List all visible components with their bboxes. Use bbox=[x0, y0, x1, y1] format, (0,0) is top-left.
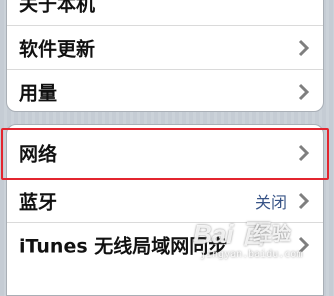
settings-row-usage[interactable]: 用量 bbox=[7, 69, 323, 113]
row-label: 软件更新 bbox=[19, 38, 96, 60]
chevron-right-icon bbox=[298, 39, 310, 56]
row-label: 用量 bbox=[19, 82, 58, 104]
settings-row-bluetooth[interactable]: 蓝牙 关闭 bbox=[7, 178, 323, 222]
watermark-url: jingyan.baidu.com bbox=[200, 249, 303, 260]
row-label: 关于本机 bbox=[19, 0, 96, 16]
settings-row-about[interactable]: 关于本机 bbox=[7, 0, 323, 25]
highlight-box bbox=[1, 128, 329, 180]
chevron-right-icon bbox=[298, 192, 310, 209]
settings-row-software-update[interactable]: 软件更新 bbox=[7, 25, 323, 69]
settings-group-general: 关于本机 软件更新 用量 bbox=[6, 0, 324, 112]
watermark-subtitle: 经验 bbox=[253, 223, 292, 245]
bluetooth-status-value: 关闭 bbox=[254, 192, 287, 212]
row-label: 蓝牙 bbox=[19, 191, 58, 213]
chevron-right-icon bbox=[298, 83, 310, 100]
